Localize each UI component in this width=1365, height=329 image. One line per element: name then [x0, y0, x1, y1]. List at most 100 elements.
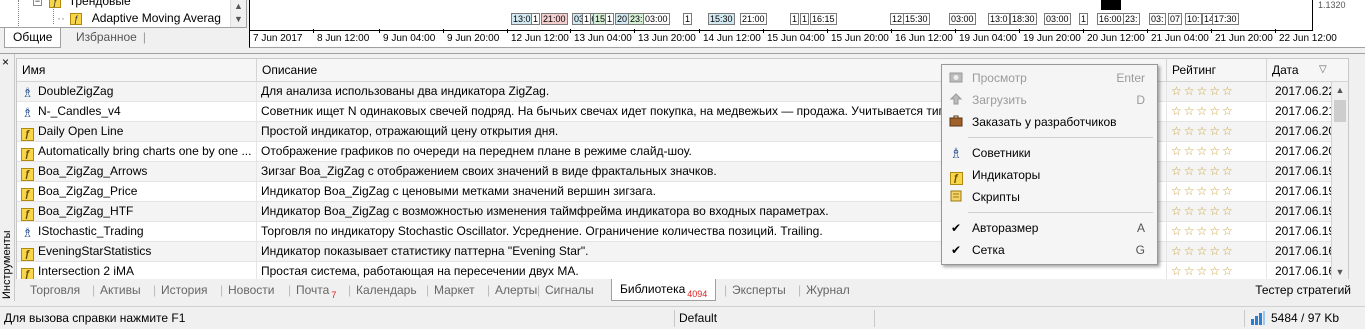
tab-10[interactable]: Эксперты — [724, 280, 786, 300]
chart-event-marker[interactable]: 18:30 — [1010, 13, 1037, 25]
time-axis-tick — [955, 29, 956, 33]
cell-rating: ☆☆☆☆☆ — [1167, 142, 1267, 161]
tab-common[interactable]: Общие — [4, 28, 62, 48]
chart-event-marker[interactable]: 16:15 — [810, 13, 837, 25]
tree-item-adaptive-ma[interactable]: ·· ƒ Adaptive Moving Averag — [57, 11, 221, 25]
scroll-down-icon[interactable]: ▼ — [231, 13, 246, 26]
item-name: IStochastic_Trading — [38, 224, 144, 238]
time-axis-tick — [634, 29, 635, 33]
time-axis-tick — [379, 29, 380, 33]
chart-event-marker[interactable]: 1 — [800, 13, 810, 25]
collapse-icon[interactable]: − — [33, 0, 42, 7]
time-axis-tick — [1147, 29, 1148, 33]
scroll-up-icon[interactable]: ▲ — [1332, 82, 1348, 98]
tab-6[interactable]: Маркет — [426, 280, 475, 300]
navigator-scrollbar[interactable]: ▲ ▼ — [230, 0, 246, 28]
tab-11[interactable]: Журнал — [798, 280, 850, 300]
status-divider — [674, 310, 675, 327]
navigator-tabs: Общие Избранное — [0, 27, 247, 48]
tab-3[interactable]: Новости — [220, 280, 275, 300]
scroll-up-icon[interactable]: ▲ — [231, 0, 246, 13]
chart-event-marker[interactable]: 17:30 — [1212, 13, 1239, 25]
rating-stars: ☆☆☆☆☆ — [1171, 264, 1235, 278]
close-icon[interactable]: × — [2, 56, 9, 68]
time-axis — [250, 30, 1313, 31]
menu-item-order-developers[interactable]: Заказать у разработчиков — [944, 111, 1155, 133]
menu-item-experts[interactable]: ♗ Советники — [944, 142, 1155, 164]
indicator-icon: ƒ — [21, 188, 34, 201]
chart-event-marker[interactable]: 16:00 — [1097, 13, 1124, 25]
tab-label: История — [161, 283, 208, 297]
time-axis-tick — [443, 29, 444, 33]
chart-event-marker[interactable]: 1 — [531, 13, 541, 25]
scroll-down-icon[interactable]: ▼ — [1332, 264, 1348, 280]
tab-8[interactable]: Сигналы — [537, 280, 594, 300]
tab-5[interactable]: Календарь — [348, 280, 417, 300]
chart-event-marker[interactable]: 1 — [683, 13, 693, 25]
time-axis-tick — [313, 29, 314, 33]
tab-1[interactable]: Активы — [92, 280, 141, 300]
chart-event-marker[interactable]: 1 — [790, 13, 800, 25]
chart-area[interactable]: 13:0121:0003:0011512023:03:00115:3021:00… — [249, 0, 1365, 48]
column-rating[interactable]: Рейтинг — [1167, 59, 1267, 81]
column-date[interactable]: Дата ▽ — [1267, 59, 1333, 81]
chart-event-marker[interactable]: 15:30 — [903, 13, 930, 25]
chart-event-marker[interactable]: 03:00 — [643, 13, 670, 25]
menu-item-view[interactable]: Просмотр Enter — [944, 67, 1155, 89]
chart-event-marker[interactable]: 03:00 — [1044, 13, 1071, 25]
time-axis-label: 15 Jun 04:00 — [767, 33, 825, 44]
menu-item-indicators[interactable]: ƒ Индикаторы — [944, 164, 1155, 186]
time-axis-tick — [1275, 29, 1276, 33]
time-axis-tick — [249, 29, 250, 33]
tab-label: Активы — [100, 283, 141, 297]
chart-event-marker[interactable]: 23: — [1123, 13, 1140, 25]
cell-name: ƒ EveningStarStatistics — [17, 242, 257, 261]
tab-4[interactable]: Почта7 — [288, 280, 336, 300]
chart-event-marker[interactable]: 13:0 — [511, 13, 533, 25]
chart-event-marker[interactable]: 1 — [1079, 13, 1089, 25]
chart-event-marker[interactable]: 21:00 — [740, 13, 767, 25]
column-name[interactable]: Имя — [17, 59, 257, 81]
chart-event-marker[interactable]: 1 — [605, 13, 615, 25]
chart-event-marker[interactable]: 15:30 — [708, 13, 735, 25]
chart-event-marker[interactable]: 20 — [615, 13, 630, 25]
chart-event-marker[interactable]: 03:00 — [949, 13, 976, 25]
rating-stars: ☆☆☆☆☆ — [1171, 124, 1235, 138]
tab-7[interactable]: Алерты — [487, 280, 537, 300]
tab-strategy-tester[interactable]: Тестер стратегий — [1255, 280, 1351, 300]
status-divider — [874, 310, 875, 327]
check-icon: ✔ — [950, 221, 962, 235]
connection-traffic: 5484 / 97 Kb — [1271, 311, 1340, 325]
menu-item-download[interactable]: Загрузить D — [944, 89, 1155, 111]
cell-rating: ☆☆☆☆☆ — [1167, 82, 1267, 101]
chart-event-marker[interactable]: 03: — [1149, 13, 1166, 25]
tab-0[interactable]: Торговля — [30, 280, 80, 300]
rating-stars: ☆☆☆☆☆ — [1171, 244, 1235, 258]
item-name: DoubleZigZag — [38, 84, 114, 98]
menu-item-label: Сетка — [972, 243, 1005, 257]
tab-9[interactable]: Библиотека 4094 — [611, 279, 717, 301]
tab-favorites[interactable]: Избранное — [68, 28, 154, 48]
chart-event-marker[interactable]: 10: — [1185, 13, 1202, 25]
toolbox-sidebar: × Инструменты — [0, 54, 15, 301]
time-axis-label: 20 Jun 12:00 — [1087, 33, 1145, 44]
chart-event-marker[interactable]: 21:00 — [541, 13, 568, 25]
menu-item-label: Советники — [972, 146, 1031, 160]
menu-item-label: Скрипты — [972, 190, 1020, 204]
scroll-thumb[interactable] — [1334, 100, 1346, 122]
tab-2[interactable]: История — [153, 280, 208, 300]
tab-label: Почта — [296, 283, 330, 297]
tree-item-trend[interactable]: − ƒ Трендовые — [33, 0, 131, 8]
menu-item-autosize[interactable]: ✔ Авторазмер A — [944, 217, 1155, 239]
table-scrollbar[interactable]: ▲ ▼ — [1331, 82, 1348, 280]
chart-event-marker[interactable]: 1 — [582, 13, 592, 25]
menu-item-scripts[interactable]: Скрипты — [944, 186, 1155, 208]
chart-event-marker[interactable]: 13:0 — [988, 13, 1010, 25]
menu-item-grid[interactable]: ✔ Сетка G — [944, 239, 1155, 261]
tree-line — [53, 6, 54, 24]
menu-separator — [968, 137, 1153, 138]
cell-name: ♗ N-_Candles_v4 — [17, 102, 257, 121]
tab-label: Новости — [228, 283, 275, 297]
chart-event-marker[interactable]: 07 — [1168, 13, 1183, 25]
chart-event-marker[interactable]: 12 — [890, 13, 905, 25]
